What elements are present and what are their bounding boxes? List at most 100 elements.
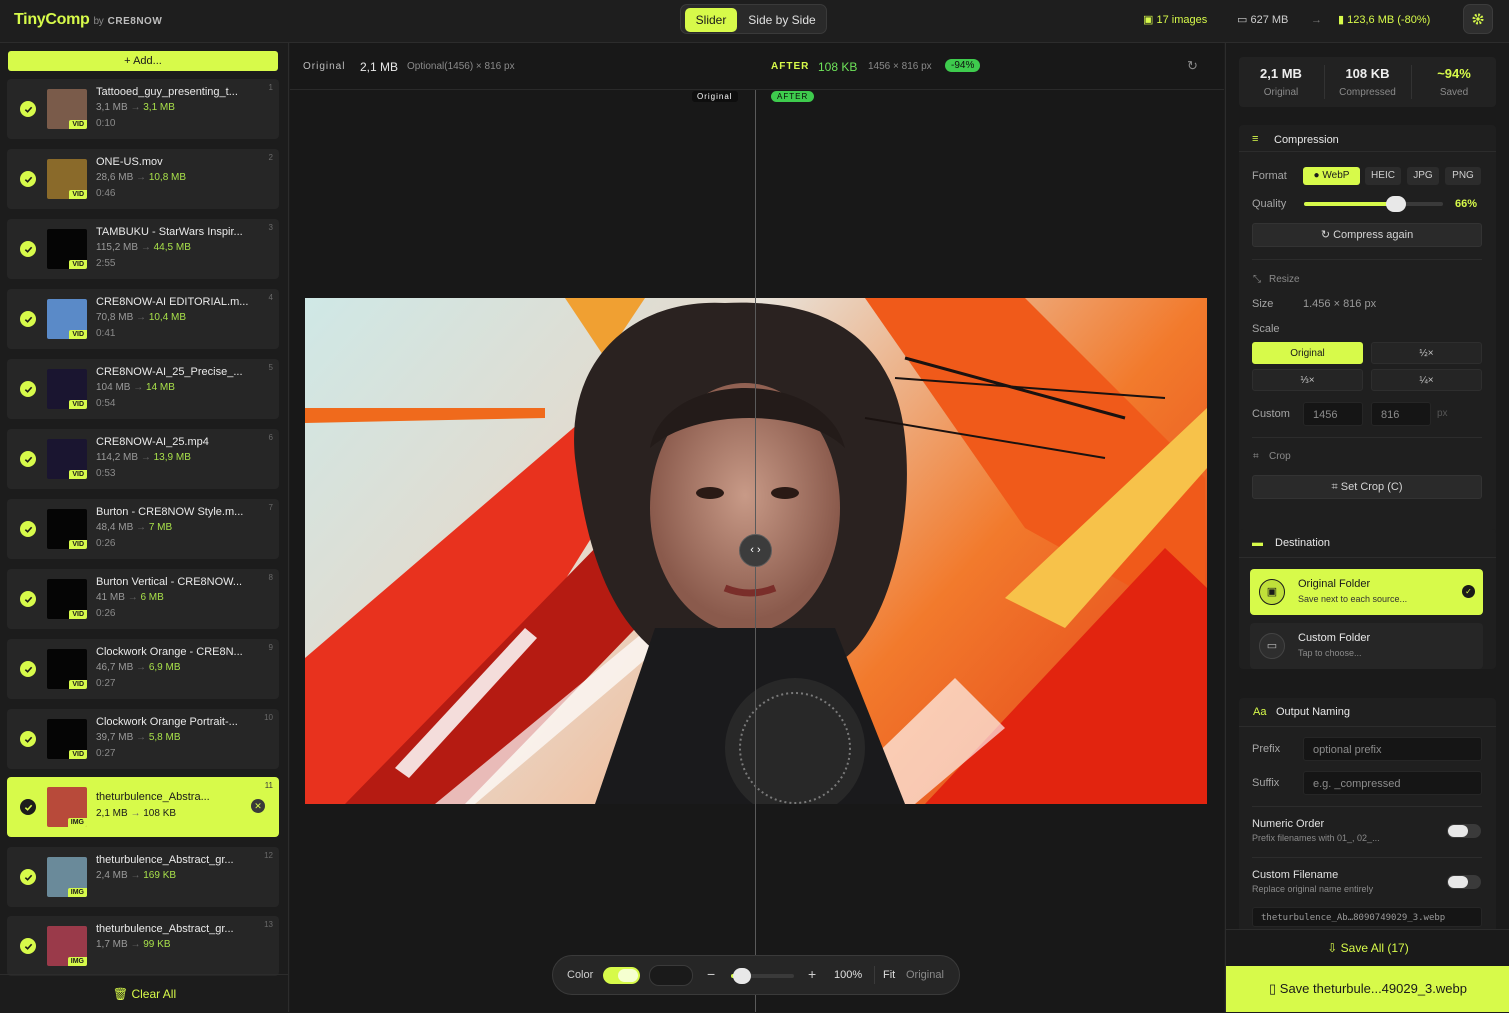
original-folder-option[interactable]: ▣ Original Folder Save next to each sour… xyxy=(1250,569,1483,615)
file-list-item[interactable]: VID CRE8NOW-AI EDITORIAL.m... 70,8 MB → … xyxy=(7,289,279,349)
viewer-controls: Color − + 100% Fit Original xyxy=(552,955,960,995)
background-swatch[interactable] xyxy=(649,965,693,986)
save-all-button[interactable]: ⇩ Save All (17) xyxy=(1226,929,1509,965)
top-bar: TinyComp by CRE8NOW Slider Side by Side ▣… xyxy=(0,0,1509,43)
output-naming-title: Output Naming xyxy=(1276,706,1350,718)
item-filename: CRE8NOW-AI_25.mp4 xyxy=(96,436,209,448)
item-thumbnail: VID xyxy=(47,719,87,759)
custom-height-input[interactable]: 816 xyxy=(1371,402,1431,426)
after-label: AFTER xyxy=(771,61,810,72)
original-label: Original xyxy=(303,61,346,72)
view-mode-toggle: Slider Side by Side xyxy=(680,4,827,34)
media-type-badge: VID xyxy=(69,610,87,619)
file-list-item[interactable]: VID Clockwork Orange Portrait-... 39,7 M… xyxy=(7,709,279,769)
quality-label: Quality xyxy=(1252,198,1287,210)
numeric-order-toggle[interactable] xyxy=(1447,824,1481,838)
scale-half[interactable]: ½× xyxy=(1371,342,1482,364)
item-duration: 0:27 xyxy=(96,748,116,759)
item-index: 7 xyxy=(268,503,273,512)
custom-filename-title: Custom Filename xyxy=(1252,869,1339,881)
media-type-badge: VID xyxy=(69,260,87,269)
item-index: 1 xyxy=(268,83,273,92)
refresh-icon[interactable]: ↻ xyxy=(1187,58,1199,74)
custom-filename-toggle[interactable] xyxy=(1447,875,1481,889)
check-circle-icon xyxy=(20,381,36,397)
item-sizes: 104 MB → 14 MB xyxy=(96,382,175,393)
original-size: 2,1 MB xyxy=(360,60,399,74)
settings-button[interactable] xyxy=(1463,4,1493,34)
quality-value: 66% xyxy=(1455,198,1478,210)
side-by-side-button[interactable]: Side by Side xyxy=(741,8,823,32)
check-circle-icon xyxy=(20,171,36,187)
scale-original[interactable]: Original xyxy=(1252,342,1363,364)
scale-quarter[interactable]: ¼× xyxy=(1371,369,1482,391)
original-dimensions: Optional(1456) × 816 px xyxy=(407,61,515,72)
remove-item-icon[interactable]: ✕ xyxy=(251,799,265,813)
item-filename: Burton - CRE8NOW Style.m... xyxy=(96,506,244,518)
crop-icon: ⌗ xyxy=(1253,451,1259,462)
images-icon: ▣ xyxy=(1143,14,1154,26)
summary-compressed-label: Compressed xyxy=(1339,87,1396,98)
file-list-item[interactable]: IMG theturbulence_Abstract_gr... 1,7 MB … xyxy=(7,916,279,976)
summary-original-label: Original xyxy=(1263,87,1299,98)
add-files-button[interactable]: + Add... xyxy=(8,51,278,71)
file-list-item[interactable]: IMG theturbulence_Abstra... 2,1 MB → 108… xyxy=(7,777,279,837)
file-list-item[interactable]: VID Clockwork Orange - CRE8N... 46,7 MB … xyxy=(7,639,279,699)
summary-compressed-size: 108 KB xyxy=(1345,66,1390,81)
format-png[interactable]: PNG xyxy=(1445,167,1481,185)
custom-label: Custom xyxy=(1252,408,1290,420)
set-crop-button[interactable]: ⌗ Set Crop (C) xyxy=(1252,475,1482,499)
prefix-input[interactable]: optional prefix xyxy=(1303,737,1482,761)
item-filename: CRE8NOW-AI EDITORIAL.m... xyxy=(96,296,249,308)
original-tag: Original xyxy=(692,91,738,102)
file-list-item[interactable]: VID Tattooed_guy_presenting_t... 3,1 MB … xyxy=(7,79,279,139)
compare-handle[interactable]: ‹ › xyxy=(739,534,772,567)
file-list-item[interactable]: VID ONE-US.mov 28,6 MB → 10,8 MB 0:46 2 xyxy=(7,149,279,209)
prefix-label: Prefix xyxy=(1252,743,1281,755)
item-index: 6 xyxy=(268,433,273,442)
settings-panel: 2,1 MB Original 108 KB Compressed ~94% S… xyxy=(1225,43,1509,1012)
custom-folder-subtitle: Tap to choose... xyxy=(1298,648,1362,658)
custom-folder-title: Custom Folder xyxy=(1298,632,1371,644)
media-type-badge: VID xyxy=(69,540,87,549)
file-list-item[interactable]: VID Burton Vertical - CRE8NOW... 41 MB →… xyxy=(7,569,279,629)
item-duration: 0:10 xyxy=(96,118,116,129)
format-jpg[interactable]: JPG xyxy=(1407,167,1439,185)
slider-mode-button[interactable]: Slider xyxy=(685,8,737,32)
item-index: 13 xyxy=(264,920,273,929)
save-current-button[interactable]: ▯ Save theturbule...49029_3.webp xyxy=(1226,966,1509,1012)
zoom-out-icon[interactable]: − xyxy=(707,966,715,982)
plus-icon: + xyxy=(124,55,131,67)
fit-button[interactable]: Fit xyxy=(883,969,895,981)
quality-slider[interactable] xyxy=(1304,196,1443,212)
custom-folder-option[interactable]: ▭ Custom Folder Tap to choose... xyxy=(1250,623,1483,669)
zoom-slider[interactable] xyxy=(731,968,794,984)
media-type-badge: VID xyxy=(69,470,87,479)
original-zoom-button[interactable]: Original xyxy=(906,969,944,981)
after-dimensions: 1456 × 816 px xyxy=(868,61,932,72)
suffix-input[interactable]: e.g. _compressed xyxy=(1303,771,1482,795)
file-list-item[interactable]: VID CRE8NOW-AI_25.mp4 114,2 MB → 13,9 MB… xyxy=(7,429,279,489)
file-list-item[interactable]: VID CRE8NOW-AI_25_Precise_... 104 MB → 1… xyxy=(7,359,279,419)
item-thumbnail: VID xyxy=(47,649,87,689)
custom-width-input[interactable]: 1456 xyxy=(1303,402,1363,426)
check-circle-icon xyxy=(20,311,36,327)
px-unit: px xyxy=(1437,408,1448,419)
file-list-item[interactable]: IMG theturbulence_Abstract_gr... 2,4 MB … xyxy=(7,847,279,907)
check-circle-icon xyxy=(20,799,36,815)
item-thumbnail: VID xyxy=(47,89,87,129)
images-count: ▣ 17 images xyxy=(1143,14,1208,26)
format-webp[interactable]: ● WebP xyxy=(1303,167,1360,185)
file-list-item[interactable]: VID Burton - CRE8NOW Style.m... 48,4 MB … xyxy=(7,499,279,559)
item-sizes: 115,2 MB → 44,5 MB xyxy=(96,242,191,253)
format-heic[interactable]: HEIC xyxy=(1365,167,1401,185)
compress-again-button[interactable]: ↻ Compress again xyxy=(1252,223,1482,247)
zoom-in-icon[interactable]: + xyxy=(808,966,816,982)
scale-third[interactable]: ⅓× xyxy=(1252,369,1363,391)
file-list-item[interactable]: VID TAMBUKU - StarWars Inspir... 115,2 M… xyxy=(7,219,279,279)
check-circle-icon xyxy=(20,661,36,677)
item-thumbnail: IMG xyxy=(47,787,87,827)
clear-all-button[interactable]: 🗑 Clear All xyxy=(0,974,289,1012)
naming-card xyxy=(1239,698,1496,933)
color-toggle[interactable] xyxy=(603,967,640,984)
